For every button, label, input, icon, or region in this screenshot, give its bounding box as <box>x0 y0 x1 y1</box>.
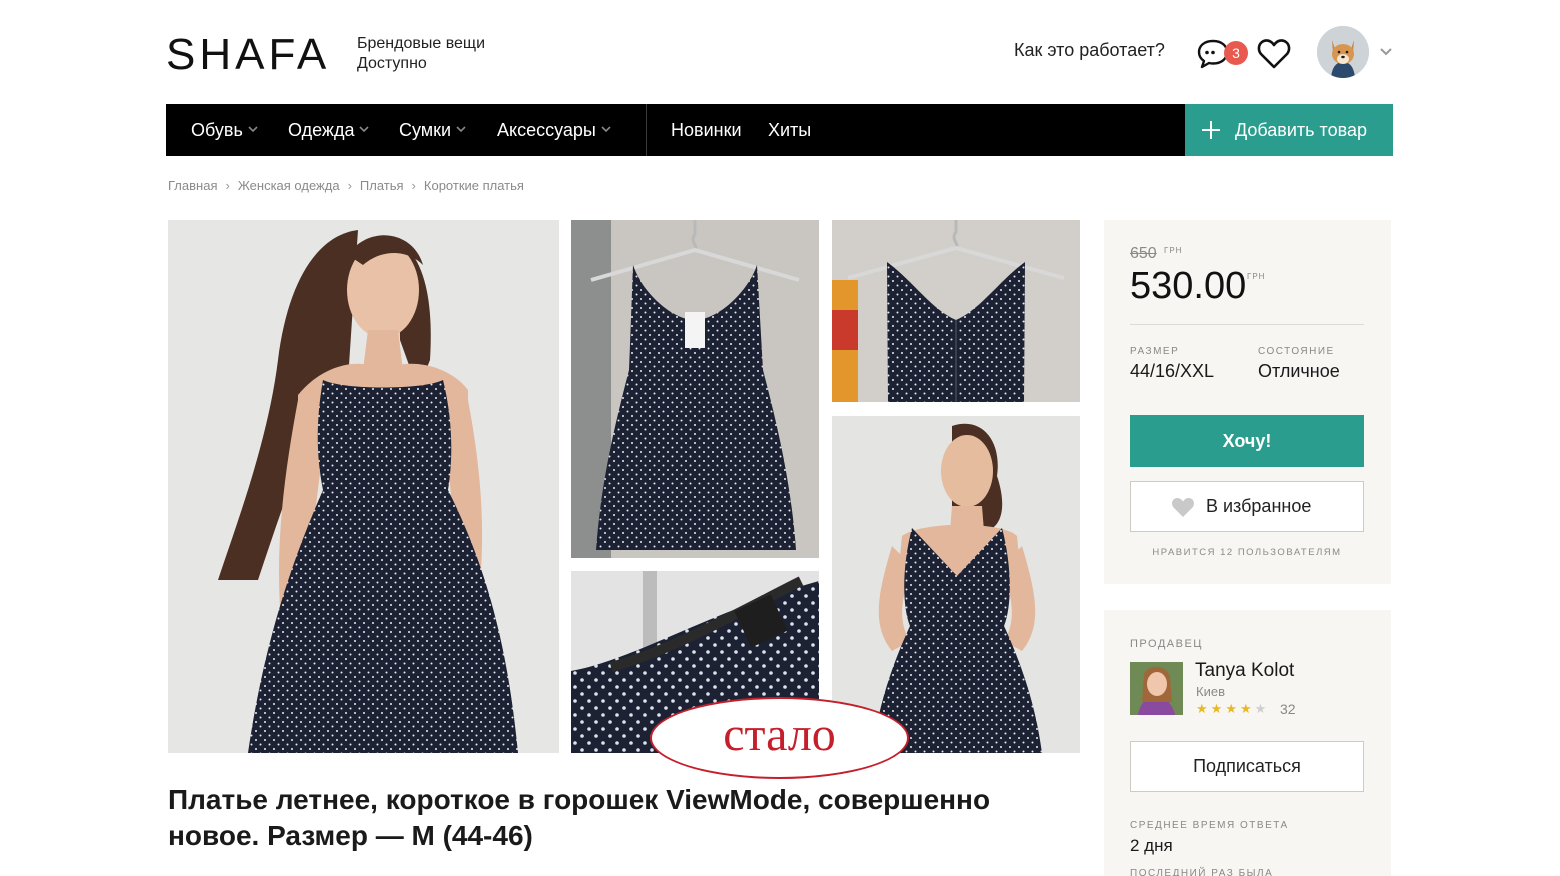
nav-item-label: Новинки <box>671 120 742 140</box>
star-filled-icon: ★ <box>1225 701 1240 716</box>
nav-item-label: Сумки <box>399 120 452 140</box>
seller-avatar[interactable] <box>1130 662 1183 715</box>
current-price: 530.00 <box>1130 265 1247 307</box>
star-empty-icon: ★ <box>1254 701 1270 716</box>
chevron-down-icon <box>456 126 466 133</box>
likes-count-text: Нравится 12 пользователям <box>1152 547 1342 558</box>
want-button[interactable]: Хочу! <box>1130 415 1364 467</box>
seller-rating-stars: ★★★★★ <box>1196 701 1269 717</box>
old-price: 650 <box>1130 245 1157 262</box>
product-photo-main[interactable] <box>168 220 559 753</box>
tagline-line2: Доступно <box>357 55 427 72</box>
tagline-line1: Брендовые вещи <box>357 35 486 52</box>
divider <box>1130 324 1364 325</box>
add-to-favorites-label: В избранное <box>1206 496 1312 516</box>
user-avatar[interactable] <box>1317 26 1369 78</box>
price-currency: ГРН <box>1247 272 1266 281</box>
seller-reviews-count: 32 <box>1280 701 1296 717</box>
breadcrumb-short-dresses[interactable]: Короткие платья <box>424 178 524 193</box>
nav-item-label: Аксессуары <box>497 120 596 140</box>
product-photo-hanger-back[interactable] <box>832 220 1080 402</box>
chevron-down-icon <box>248 126 258 133</box>
chevron-down-icon <box>601 126 611 133</box>
breadcrumb-womens-clothing[interactable]: Женская одежда <box>238 178 340 193</box>
nav-item-clothes[interactable]: Одежда <box>288 104 370 156</box>
seller-label: Продавец <box>1130 638 1203 650</box>
breadcrumb: Главная › Женская одежда › Платья › Короткие п… <box>168 178 524 193</box>
stamp-text: стало <box>723 708 836 761</box>
nav-item-bags[interactable]: Сумки <box>399 104 466 156</box>
nav-item-label: Обувь <box>191 120 243 140</box>
add-item-label: Добавить товар <box>1235 120 1367 140</box>
response-time-label: Среднее время ответа <box>1130 820 1289 831</box>
size-label: Размер <box>1130 346 1180 357</box>
add-item-button[interactable]: Добавить товар <box>1185 104 1393 156</box>
chevron-right-icon: › <box>411 178 416 193</box>
product-title: Платье летнее, короткое в горошек ViewMo… <box>168 784 991 851</box>
old-price-currency: ГРН <box>1164 246 1183 255</box>
chevron-down-icon <box>359 126 370 133</box>
nav-item-shoes[interactable]: Обувь <box>191 104 258 156</box>
seller-city: Киев <box>1196 684 1225 699</box>
star-filled-icon: ★ <box>1210 701 1226 716</box>
add-to-favorites-button[interactable]: В избранное <box>1130 481 1364 532</box>
favorites-heart-icon[interactable] <box>1256 36 1292 70</box>
shafa-logo[interactable]: SHAFA <box>166 30 330 80</box>
nav-item-new[interactable]: Новинки <box>671 104 742 156</box>
heart-icon <box>1172 497 1194 517</box>
seller-name[interactable]: Tanya Kolot <box>1195 660 1294 682</box>
product-photo-hanger-front[interactable] <box>571 220 819 558</box>
size-value: 44/16/XXL <box>1130 361 1215 381</box>
plus-icon <box>1202 121 1220 139</box>
response-time-value: 2 дня <box>1130 836 1173 855</box>
tagline: Брендовые вещи Доступно <box>357 34 485 74</box>
how-it-works-link[interactable]: Как это работает? <box>1014 40 1165 61</box>
product-photo-model-back[interactable] <box>832 416 1080 753</box>
last-visit-label: Последний раз была <box>1130 868 1274 876</box>
star-filled-icon: ★ <box>1239 701 1255 716</box>
chevron-right-icon: › <box>225 178 230 193</box>
chevron-right-icon: › <box>347 178 352 193</box>
condition-label: Состояние <box>1258 346 1335 357</box>
breadcrumb-home[interactable]: Главная <box>168 178 217 193</box>
subscribe-button[interactable]: Подписаться <box>1130 741 1364 792</box>
stamp-overlay: стало <box>650 697 909 779</box>
nav-item-label: Одежда <box>288 120 355 140</box>
nav-item-accessories[interactable]: Аксессуары <box>497 104 611 156</box>
condition-value: Отличное <box>1258 361 1340 381</box>
breadcrumb-dresses[interactable]: Платья <box>360 178 404 193</box>
nav-item-hits[interactable]: Хиты <box>768 104 811 156</box>
user-menu-chevron-down-icon[interactable] <box>1378 43 1394 59</box>
nav-item-label: Хиты <box>768 120 812 140</box>
nav-divider <box>646 104 647 156</box>
star-filled-icon: ★ <box>1196 701 1211 716</box>
messages-count-badge: 3 <box>1224 41 1248 65</box>
